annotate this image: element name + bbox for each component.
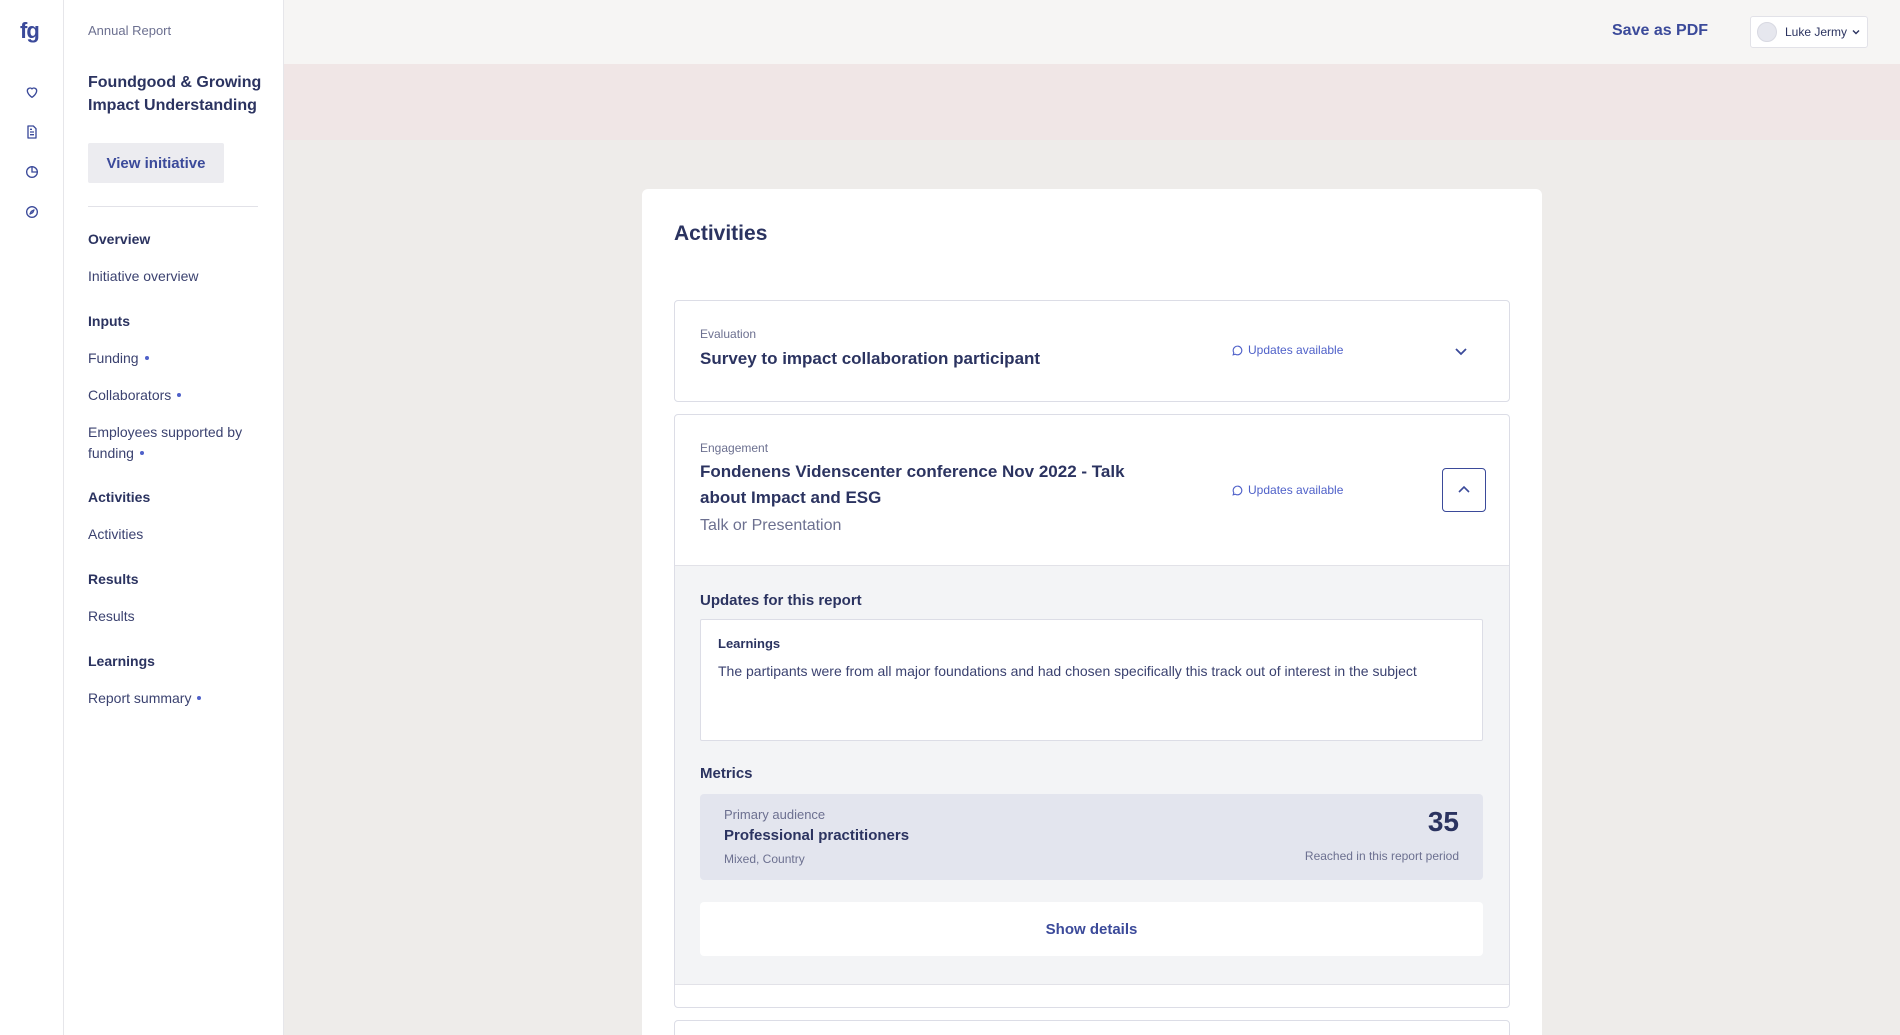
expand-toggle-button[interactable] (1439, 329, 1483, 373)
nav-heading-overview: Overview (88, 231, 151, 247)
comment-icon (1232, 345, 1243, 356)
updates-available-indicator: Updates available (1231, 343, 1343, 357)
chevron-down-icon (1851, 27, 1861, 37)
metric-card[interactable]: Primary audience Professional practition… (700, 794, 1483, 880)
nav-item-results[interactable]: Results (88, 606, 263, 627)
show-details-button[interactable]: Show details (700, 902, 1483, 956)
nav-heading-inputs: Inputs (88, 313, 130, 329)
comment-icon (1232, 485, 1243, 496)
logo[interactable]: fg (20, 18, 40, 44)
activity-title: Survey to impact collaboration participa… (700, 349, 1041, 368)
activity-category: Engagement (700, 441, 769, 455)
metric-name: Professional practitioners (724, 827, 910, 844)
initiative-title: Foundgood & Growing Impact Understanding (88, 74, 262, 114)
activity-item-evaluation[interactable]: Evaluation Survey to impact collaboratio… (674, 300, 1510, 402)
nav-heading-activities: Activities (88, 489, 151, 505)
learnings-label: Learnings (718, 636, 781, 651)
side-navigation: Annual Report Foundgood & Growing Impact… (64, 0, 284, 1035)
updates-section-title: Updates for this report (700, 592, 862, 609)
nav-item-report-summary[interactable]: Report summary (88, 688, 263, 709)
chevron-down-icon (1455, 348, 1467, 356)
metrics-section-title: Metrics (700, 765, 753, 782)
metric-value: 35 (1427, 806, 1459, 837)
compass-icon[interactable] (22, 202, 42, 222)
user-name: Luke Jermy (1785, 25, 1848, 39)
divider (88, 206, 258, 207)
nav-item-initiative-overview[interactable]: Initiative overview (88, 266, 263, 287)
collapse-toggle-button[interactable] (1442, 468, 1486, 512)
metric-label: Primary audience (724, 807, 826, 822)
updates-available-indicator: Updates available (1231, 483, 1343, 497)
nav-item-activities[interactable]: Activities (88, 524, 263, 545)
activity-details-panel: Updates for this report Learnings The pa… (675, 565, 1509, 985)
activity-item-engagement[interactable]: Engagement Fondenens Videnscenter confer… (674, 414, 1510, 1008)
nav-heading-results: Results (88, 571, 139, 587)
icon-rail: fg (0, 0, 64, 1035)
update-dot (144, 356, 149, 360)
page-title: Activities (674, 222, 768, 245)
nav-item-collaborators[interactable]: Collaborators (88, 385, 263, 406)
metric-meta: Mixed, Country (724, 852, 805, 866)
learnings-box: Learnings The partipants were from all m… (700, 619, 1483, 741)
activity-title: Fondenens Videnscenter conference Nov 20… (700, 462, 1125, 507)
view-initiative-button[interactable]: View initiative (88, 143, 224, 183)
learnings-text: The partipants were from all major found… (718, 663, 1417, 679)
activity-item[interactable] (674, 1020, 1510, 1035)
breadcrumb[interactable]: Annual Report (88, 23, 171, 38)
heart-icon[interactable] (22, 82, 42, 102)
pie-chart-icon[interactable] (22, 162, 42, 182)
nav-item-employees-supported[interactable]: Employees supported by funding (88, 422, 263, 464)
update-dot (139, 451, 144, 455)
user-menu[interactable]: Luke Jermy (1750, 16, 1868, 48)
activity-type: Talk or Presentation (700, 517, 842, 534)
update-dot (177, 393, 182, 397)
save-as-pdf-button[interactable]: Save as PDF (1612, 22, 1708, 40)
chevron-up-icon (1458, 485, 1470, 493)
nav-heading-learnings: Learnings (88, 653, 155, 669)
metric-caption: Reached in this report period (1304, 849, 1459, 863)
header-band (284, 64, 1900, 140)
activity-category: Evaluation (700, 327, 757, 341)
update-dot (197, 696, 202, 700)
activities-card: Activities Evaluation Survey to impact c… (642, 189, 1542, 1035)
avatar (1757, 22, 1777, 42)
document-icon[interactable] (22, 122, 42, 142)
nav-item-funding[interactable]: Funding (88, 348, 263, 369)
